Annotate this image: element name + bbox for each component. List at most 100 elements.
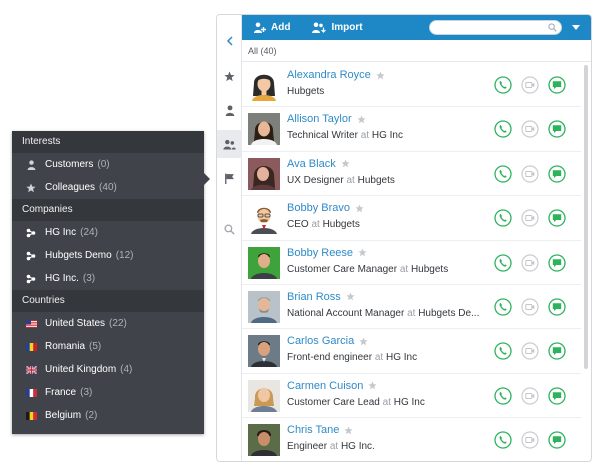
- filter-item-belgium[interactable]: Belgium (2): [12, 404, 204, 427]
- video-call-icon[interactable]: [521, 209, 539, 227]
- contact-name-text: Carlos Garcia: [287, 335, 355, 348]
- favorite-star-icon[interactable]: [368, 381, 378, 390]
- contact-row[interactable]: Brian Ross National Account Manager at H…: [242, 285, 581, 330]
- at-word: at: [374, 352, 384, 364]
- chat-icon[interactable]: [548, 342, 566, 360]
- video-call-icon[interactable]: [521, 387, 539, 405]
- filter-item-count: (3): [80, 387, 93, 398]
- video-call-icon[interactable]: [521, 298, 539, 316]
- filter-item-romania[interactable]: Romania (5): [12, 335, 204, 358]
- contact-row[interactable]: Ava Black UX Designer at Hubgets: [242, 152, 581, 197]
- contact-title: Front-end engineer at HG Inc: [287, 352, 417, 363]
- video-call-icon[interactable]: [521, 76, 539, 94]
- chevron-down-icon[interactable]: [572, 25, 580, 30]
- favorite-star-icon[interactable]: [355, 204, 364, 213]
- contact-name[interactable]: Alexandra Royce: [287, 69, 385, 81]
- favorite-star-icon[interactable]: [376, 70, 385, 80]
- chat-icon[interactable]: [548, 387, 566, 405]
- filter-item-count: (5): [89, 341, 102, 352]
- contact-name[interactable]: Bobby Bravo: [287, 202, 364, 214]
- filter-item-customers[interactable]: Customers (0): [12, 153, 204, 176]
- call-icon[interactable]: [494, 342, 512, 360]
- list-scrollbar[interactable]: [584, 65, 588, 369]
- contact-name-text: Carmen Cuison: [287, 379, 364, 392]
- favorite-star-icon[interactable]: [356, 115, 366, 124]
- contact-row[interactable]: Carmen Cuison Customer Care Lead at HG I…: [242, 374, 581, 419]
- chat-icon[interactable]: [548, 253, 566, 272]
- video-call-icon[interactable]: [521, 120, 539, 138]
- contact-role: National Account Manager: [287, 307, 405, 319]
- avatar: [248, 202, 280, 235]
- nav-contacts-button[interactable]: [217, 130, 242, 158]
- chat-icon[interactable]: [548, 431, 566, 449]
- nav-person-button[interactable]: [217, 96, 242, 124]
- call-icon[interactable]: [494, 76, 512, 94]
- call-icon[interactable]: [494, 253, 512, 272]
- filter-summary: All (40): [242, 40, 591, 62]
- call-icon[interactable]: [494, 298, 512, 316]
- avatar: [248, 113, 280, 146]
- filter-item-colleagues[interactable]: Colleagues (40): [12, 176, 204, 199]
- favorite-star-icon[interactable]: [358, 248, 367, 257]
- video-call-icon[interactable]: [521, 253, 539, 272]
- avatar: [248, 424, 280, 457]
- contact-row[interactable]: Bobby Reese Customer Care Manager at Hub…: [242, 241, 581, 285]
- favorite-star-icon[interactable]: [359, 337, 368, 346]
- nav-collapse-button[interactable]: [217, 27, 242, 55]
- search-icon: [224, 223, 235, 235]
- contact-company: HG Inc: [385, 352, 418, 364]
- contact-name[interactable]: Carmen Cuison: [287, 379, 378, 392]
- video-call-icon[interactable]: [521, 165, 539, 183]
- at-word: at: [399, 263, 409, 275]
- video-call-icon[interactable]: [521, 342, 539, 360]
- filter-item-label: Customers: [45, 159, 94, 170]
- video-call-icon[interactable]: [521, 431, 539, 449]
- call-icon[interactable]: [494, 431, 512, 449]
- contact-name-text: Chris Tane: [287, 424, 340, 437]
- filter-item-hubgets-demo[interactable]: Hubgets Demo (12): [12, 244, 204, 267]
- favorite-star-icon[interactable]: [346, 292, 355, 301]
- nav-companies-button[interactable]: [217, 164, 242, 192]
- search-input[interactable]: [429, 20, 562, 35]
- company-icon: [24, 228, 38, 238]
- filter-item-hg-inc-dot[interactable]: HG Inc. (3): [12, 267, 204, 290]
- contact-name[interactable]: Chris Tane: [287, 424, 354, 437]
- chat-icon[interactable]: [548, 298, 566, 316]
- favorite-star-icon[interactable]: [344, 426, 354, 435]
- chat-icon[interactable]: [548, 209, 566, 227]
- chat-icon[interactable]: [548, 165, 566, 183]
- contact-row[interactable]: Allison Taylor Technical Writer at HG In…: [242, 107, 581, 152]
- contact-name[interactable]: Ava Black: [287, 158, 350, 170]
- filter-item-label: Belgium: [45, 410, 82, 421]
- nav-search-button[interactable]: [217, 215, 242, 243]
- contact-role: UX Designer: [287, 174, 344, 186]
- contact-name[interactable]: Bobby Reese: [287, 247, 367, 259]
- contact-row[interactable]: Carlos Garcia Front-end engineer at HG I…: [242, 329, 581, 374]
- import-button[interactable]: Import: [312, 22, 363, 33]
- contact-row[interactable]: Alexandra Royce Hubgets: [242, 63, 581, 108]
- filter-item-united-kingdom[interactable]: United Kingdom (4): [12, 358, 204, 381]
- nav-favorites-button[interactable]: [217, 62, 242, 90]
- filter-item-hg-inc[interactable]: HG Inc (24): [12, 221, 204, 244]
- favorite-star-icon[interactable]: [341, 159, 350, 168]
- contact-name[interactable]: Allison Taylor: [287, 113, 366, 125]
- toolbar: Add Import: [242, 15, 591, 40]
- chat-icon[interactable]: [548, 120, 566, 139]
- filter-item-france[interactable]: France (3): [12, 381, 204, 404]
- filter-item-count: (22): [109, 318, 127, 329]
- filter-item-count: (3): [82, 273, 96, 284]
- call-icon[interactable]: [494, 165, 512, 183]
- contact-row[interactable]: Bobby Bravo CEO at Hubgets: [242, 196, 581, 241]
- add-label: Add: [271, 22, 291, 33]
- contact-name[interactable]: Carlos Garcia: [287, 335, 368, 347]
- contact-name[interactable]: Brian Ross: [287, 291, 355, 303]
- call-icon[interactable]: [494, 209, 512, 227]
- call-icon[interactable]: [494, 120, 512, 139]
- add-button[interactable]: Add: [254, 22, 290, 33]
- call-icon[interactable]: [494, 387, 512, 405]
- filter-item-united-states[interactable]: United States (22): [12, 312, 204, 335]
- filter-item-count: (12): [115, 250, 134, 261]
- contact-row[interactable]: Chris Tane Engineer at HG Inc.: [242, 418, 581, 461]
- at-word: at: [329, 441, 339, 453]
- chat-icon[interactable]: [548, 76, 566, 94]
